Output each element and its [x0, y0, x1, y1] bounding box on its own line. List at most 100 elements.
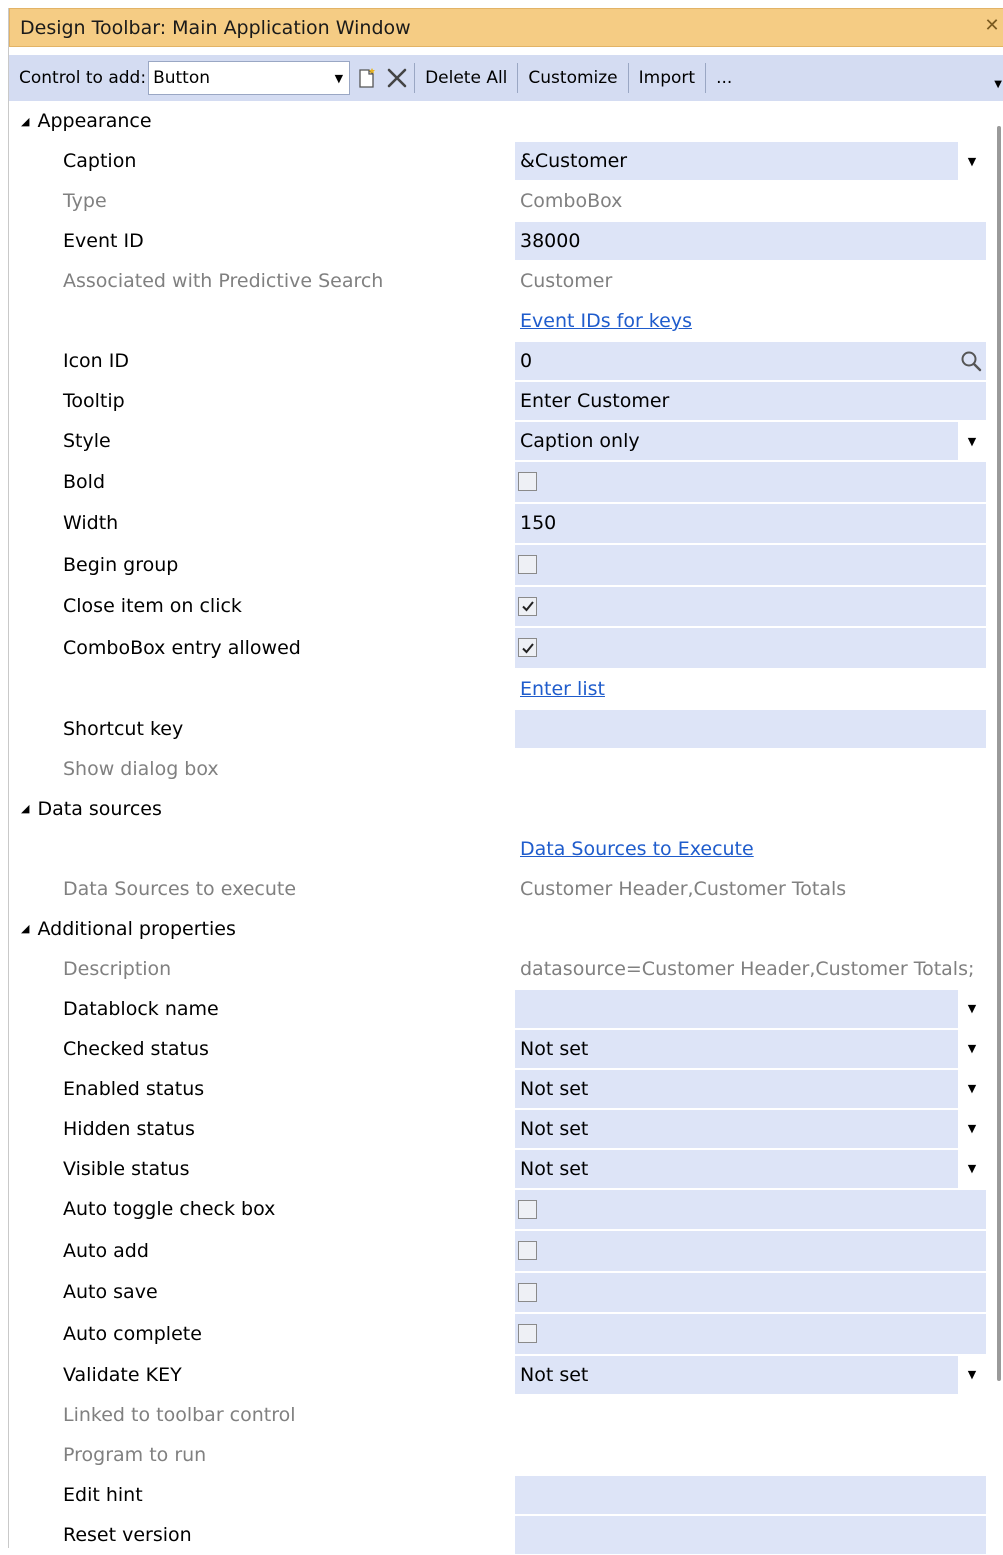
- property-label: Tooltip: [63, 390, 125, 412]
- chevron-down-icon[interactable]: ▼: [958, 1149, 986, 1188]
- close-icon[interactable]: ✕: [983, 15, 1001, 36]
- customize-button[interactable]: Customize: [522, 61, 623, 95]
- property-row: Event IDs for keys: [9, 301, 994, 341]
- property-row: Caption &Customer ▼: [9, 141, 994, 181]
- collapse-triangle-icon[interactable]: ◢: [21, 115, 29, 128]
- property-label: Style: [63, 430, 111, 452]
- property-label: Linked to toolbar control: [63, 1403, 296, 1426]
- property-label: Reset version: [63, 1523, 192, 1546]
- toolbar-divider: [517, 63, 519, 93]
- property-label: Type: [63, 190, 107, 212]
- delete-all-button[interactable]: Delete All: [419, 61, 513, 95]
- shortcut-key-input[interactable]: [515, 709, 986, 748]
- category-appearance[interactable]: ◢ Appearance: [9, 101, 994, 141]
- property-label: Width: [63, 512, 119, 535]
- auto-toggle-checkbox[interactable]: [518, 1199, 537, 1219]
- property-label: Datablock name: [63, 997, 219, 1020]
- auto-save-checkbox[interactable]: [518, 1282, 537, 1302]
- property-label: Hidden status: [63, 1117, 195, 1140]
- edit-hint-input[interactable]: [515, 1475, 986, 1514]
- width-input[interactable]: 150: [515, 503, 986, 543]
- enabled-status-select[interactable]: Not set ▼: [515, 1069, 986, 1108]
- property-label: Enabled status: [63, 1077, 205, 1100]
- new-item-icon[interactable]: [354, 61, 380, 95]
- combobox-entry-checkbox[interactable]: [518, 638, 537, 658]
- vertical-scrollbar[interactable]: [997, 126, 1001, 1381]
- auto-complete-checkbox[interactable]: [518, 1324, 537, 1344]
- chevron-down-icon[interactable]: ▼: [958, 142, 986, 180]
- data-sources-to-execute-link[interactable]: Data Sources to Execute: [520, 838, 754, 860]
- property-row: Validate KEY Not set ▼: [9, 1355, 994, 1395]
- chevron-down-icon[interactable]: ▼: [958, 1029, 986, 1068]
- property-window: Design Toolbar: Main Application Window …: [8, 8, 1003, 1554]
- property-label: Checked status: [63, 1037, 209, 1060]
- property-label: Auto complete: [63, 1322, 202, 1345]
- category-label: Appearance: [37, 110, 152, 132]
- event-ids-for-keys-link[interactable]: Event IDs for keys: [520, 310, 692, 332]
- type-value: ComboBox: [520, 190, 623, 212]
- chevron-down-icon: ▼: [334, 71, 344, 85]
- property-row: Type ComboBox: [9, 181, 994, 221]
- close-item-checkbox[interactable]: [518, 596, 537, 616]
- category-label: Data sources: [37, 797, 162, 820]
- chevron-down-icon[interactable]: ▼: [958, 989, 986, 1028]
- property-row: Tooltip Enter Customer: [9, 381, 994, 421]
- chevron-down-icon[interactable]: ▼: [958, 1069, 986, 1108]
- property-row: Show dialog box: [9, 749, 994, 789]
- data-sources-value: Customer Header,Customer Totals: [520, 877, 847, 900]
- property-label: Close item on click: [63, 595, 242, 618]
- validate-key-select[interactable]: Not set ▼: [515, 1355, 986, 1394]
- style-value: Caption only: [520, 430, 640, 452]
- property-label: Begin group: [63, 553, 179, 576]
- bold-checkbox[interactable]: [518, 472, 537, 492]
- more-button[interactable]: ...: [710, 61, 738, 95]
- category-additional-properties[interactable]: ◢ Additional properties: [9, 909, 994, 949]
- begin-group-checkbox[interactable]: [518, 555, 537, 575]
- property-row: Auto toggle check box: [9, 1189, 994, 1231]
- style-select[interactable]: Caption only ▼: [515, 422, 986, 460]
- visible-status-select[interactable]: Not set ▼: [515, 1149, 986, 1188]
- property-label: Visible status: [63, 1157, 190, 1180]
- auto-add-checkbox[interactable]: [518, 1241, 537, 1261]
- collapse-triangle-icon[interactable]: ◢: [21, 802, 29, 815]
- window-title: Design Toolbar: Main Application Window: [20, 16, 411, 39]
- hidden-status-select[interactable]: Not set ▼: [515, 1109, 986, 1148]
- property-grid: ◢ Appearance Caption &Customer ▼ Type Com…: [9, 101, 994, 1555]
- overflow-chevron-icon[interactable]: ▼: [994, 79, 1002, 90]
- checked-status-value: Not set: [520, 1037, 589, 1060]
- event-id-input[interactable]: 38000: [515, 222, 986, 260]
- delete-icon[interactable]: [384, 61, 410, 95]
- property-row: Associated with Predictive Search Custom…: [9, 261, 994, 301]
- search-icon[interactable]: [960, 350, 982, 372]
- property-row: Enabled status Not set ▼: [9, 1069, 994, 1109]
- control-to-add-label: Control to add:: [19, 68, 147, 88]
- chevron-down-icon[interactable]: ▼: [958, 1355, 986, 1394]
- title-bar[interactable]: Design Toolbar: Main Application Window …: [9, 8, 1003, 47]
- property-row: Edit hint: [9, 1475, 994, 1515]
- property-row: Datablock name ▼: [9, 989, 994, 1029]
- chevron-down-icon[interactable]: ▼: [958, 422, 986, 460]
- property-label: Auto add: [63, 1239, 149, 1262]
- property-label: Validate KEY: [63, 1363, 182, 1386]
- property-label: Icon ID: [63, 350, 129, 372]
- property-row: Close item on click: [9, 586, 994, 628]
- property-label: Show dialog box: [63, 757, 219, 780]
- icon-id-input[interactable]: 0: [515, 342, 986, 380]
- property-label: Shortcut key: [63, 717, 184, 740]
- category-data-sources[interactable]: ◢ Data sources: [9, 789, 994, 829]
- property-label: Event ID: [63, 230, 144, 252]
- hidden-status-value: Not set: [520, 1117, 589, 1140]
- chevron-down-icon[interactable]: ▼: [958, 1109, 986, 1148]
- collapse-triangle-icon[interactable]: ◢: [21, 922, 29, 935]
- caption-combobox[interactable]: &Customer ▼: [515, 142, 986, 180]
- property-row: Shortcut key: [9, 709, 994, 749]
- checked-status-select[interactable]: Not set ▼: [515, 1029, 986, 1068]
- datablock-select[interactable]: ▼: [515, 989, 986, 1028]
- import-button[interactable]: Import: [633, 61, 701, 95]
- tooltip-input[interactable]: Enter Customer: [515, 382, 986, 420]
- control-to-add-select[interactable]: Button ▼: [148, 61, 351, 95]
- enter-list-link[interactable]: Enter list: [520, 678, 605, 700]
- visible-status-value: Not set: [520, 1157, 589, 1180]
- predictive-search-value: Customer: [520, 270, 613, 292]
- property-row: Width 150: [9, 503, 994, 545]
